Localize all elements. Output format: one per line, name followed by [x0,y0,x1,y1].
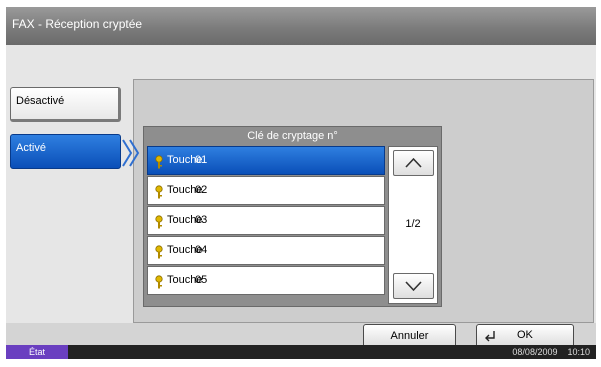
enter-icon [485,331,495,342]
page-indicator: 1/2 [405,218,421,230]
list-item-key-05[interactable]: Touche 05 [147,266,385,295]
list-item-number: 04 [195,244,208,256]
list-item-key-03[interactable]: Touche 03 [147,206,385,235]
key-icon [155,215,163,229]
ok-label: OK [517,329,533,341]
screen: FAX - Réception cryptée Désactivé Activé… [6,7,596,359]
scroll-up-button[interactable] [393,150,434,176]
status-state-badge[interactable]: État [6,345,68,359]
list-header: Clé de cryptage n° [247,130,338,142]
status-date: 08/08/2009 [512,347,558,357]
key-icon [155,155,163,169]
encryption-key-list: Clé de cryptage n° Touche 01 Touche 02 T… [143,126,442,307]
date-time: 08/08/2009 10:10 [502,345,590,359]
double-chevron-right-icon [122,139,140,167]
off-option-label: Désactivé [16,95,65,107]
window-title: FAX - Réception cryptée [12,17,143,31]
chevron-down-icon [405,281,422,292]
list-item-number: 01 [195,154,208,166]
list-item-key-02[interactable]: Touche 02 [147,176,385,205]
list-item-number: 02 [195,184,208,196]
status-time: 10:10 [567,347,590,357]
list-scroller: 1/2 [388,146,438,304]
list-item-key-04[interactable]: Touche 04 [147,236,385,265]
list-item-key-01[interactable]: Touche 01 [147,146,385,175]
list-item-number: 03 [195,214,208,226]
key-icon [155,185,163,199]
status-bar: État 08/08/2009 10:10 [6,345,596,359]
scroll-down-button[interactable] [393,273,434,299]
on-option-label: Activé [16,142,46,154]
off-option-button[interactable]: Désactivé [10,87,121,122]
title-bar: FAX - Réception cryptée [6,7,596,45]
key-icon [155,275,163,289]
on-option-button[interactable]: Activé [10,134,121,169]
list-item-number: 05 [195,274,208,286]
key-icon [155,245,163,259]
chevron-up-icon [405,157,422,168]
